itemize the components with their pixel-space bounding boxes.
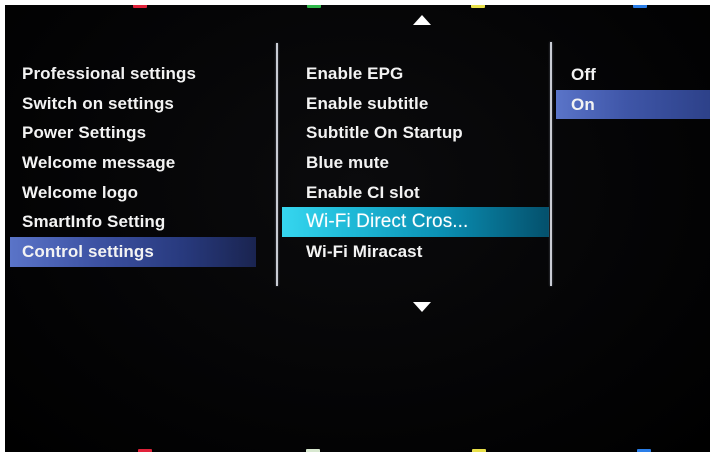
category-welcome-message[interactable]: Welcome message xyxy=(10,148,256,178)
settings-category-list: Professional settings Switch on settings… xyxy=(10,59,256,267)
top-color-key-strip xyxy=(5,5,710,8)
green-key-indicator xyxy=(307,5,321,8)
bottom-color-key-strip xyxy=(5,448,710,452)
tv-screen: Professional settings Switch on settings… xyxy=(5,5,710,452)
category-power-settings[interactable]: Power Settings xyxy=(10,118,256,148)
option-enable-ci-slot[interactable]: Enable CI slot xyxy=(282,178,549,208)
red-key-indicator xyxy=(133,5,147,8)
control-settings-option-list: Enable EPG Enable subtitle Subtitle On S… xyxy=(282,59,549,267)
yellow-key-indicator xyxy=(471,5,485,8)
option-enable-subtitle[interactable]: Enable subtitle xyxy=(282,89,549,119)
blue-key-indicator xyxy=(633,5,647,8)
option-wifi-miracast[interactable]: Wi-Fi Miracast xyxy=(282,237,549,267)
category-switch-on-settings[interactable]: Switch on settings xyxy=(10,89,256,119)
category-control-settings[interactable]: Control settings xyxy=(10,237,256,267)
option-blue-mute[interactable]: Blue mute xyxy=(282,148,549,178)
category-professional-settings[interactable]: Professional settings xyxy=(10,59,256,89)
value-off[interactable]: Off xyxy=(556,60,710,90)
category-welcome-logo[interactable]: Welcome logo xyxy=(10,178,256,208)
value-on[interactable]: On xyxy=(556,89,710,120)
column-divider-left xyxy=(276,43,278,286)
option-subtitle-on-startup[interactable]: Subtitle On Startup xyxy=(282,118,549,148)
arrow-down-icon[interactable] xyxy=(413,302,431,312)
column-divider-right xyxy=(550,42,552,286)
option-value-list: Off On xyxy=(556,60,710,120)
option-enable-epg[interactable]: Enable EPG xyxy=(282,59,549,89)
option-wifi-direct-cross[interactable]: Wi-Fi Direct Cros... xyxy=(282,207,549,238)
category-smartinfo-setting[interactable]: SmartInfo Setting xyxy=(10,207,256,237)
arrow-up-icon[interactable] xyxy=(413,15,431,25)
